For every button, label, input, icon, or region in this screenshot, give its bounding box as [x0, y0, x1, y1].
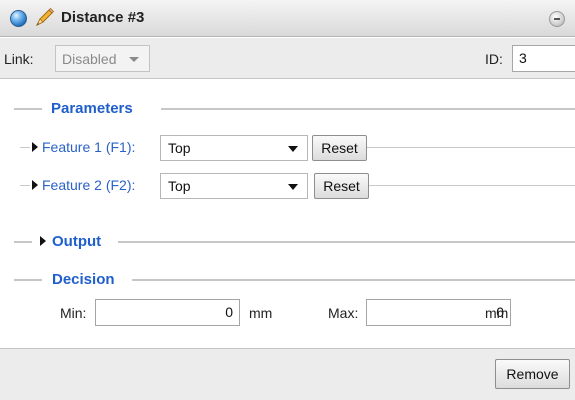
panel-content: Parameters Feature 1 (F1): Top Reset Fea… [0, 80, 575, 348]
max-label: Max: [328, 305, 359, 321]
section-divider [161, 108, 575, 110]
section-title-output[interactable]: Output [52, 233, 101, 250]
row-divider [367, 147, 575, 148]
panel-titlebar: Distance #3 [0, 0, 575, 37]
feature-2-select[interactable]: Top [160, 173, 308, 199]
expand-arrow-icon[interactable] [40, 236, 46, 246]
section-title-parameters: Parameters [51, 100, 133, 117]
feature-1-value: Top [168, 140, 191, 156]
status-ball-icon [10, 10, 27, 27]
section-divider [14, 108, 42, 110]
section-divider [132, 279, 575, 281]
link-label: Link: [4, 51, 34, 67]
feature-2-reset-button[interactable]: Reset [314, 173, 369, 199]
section-title-decision: Decision [52, 271, 115, 288]
feature-1-reset-button[interactable]: Reset [312, 135, 367, 161]
section-divider [14, 241, 32, 243]
remove-button[interactable]: Remove [495, 359, 570, 389]
tree-connector [20, 185, 30, 186]
tree-connector [20, 147, 30, 148]
feature-2-value: Top [168, 178, 191, 194]
chevron-down-icon [129, 57, 139, 62]
link-select-value: Disabled [62, 51, 117, 67]
min-label: Min: [60, 305, 87, 321]
pencil-icon [35, 7, 55, 27]
min-unit: mm [249, 305, 273, 321]
feature-2-label: Feature 2 (F2): [42, 177, 136, 193]
id-label: ID: [485, 51, 503, 67]
row-divider [369, 185, 575, 186]
feature-1-select[interactable]: Top [160, 135, 308, 161]
link-select[interactable]: Disabled [55, 45, 150, 72]
max-unit: mm [485, 305, 509, 321]
collapse-icon[interactable] [549, 11, 565, 27]
link-bar: Link: Disabled ID: 3 [0, 38, 575, 79]
chevron-down-icon [288, 146, 298, 152]
section-divider [118, 241, 575, 243]
min-input[interactable]: 0 [95, 299, 240, 326]
feature-1-label: Feature 1 (F1): [42, 139, 136, 155]
panel-footer: Remove [0, 348, 575, 400]
panel-title: Distance #3 [61, 9, 145, 26]
expand-arrow-icon[interactable] [32, 180, 38, 190]
chevron-down-icon [288, 184, 298, 190]
section-divider [14, 279, 42, 281]
id-input[interactable]: 3 [512, 45, 575, 72]
expand-arrow-icon[interactable] [32, 142, 38, 152]
